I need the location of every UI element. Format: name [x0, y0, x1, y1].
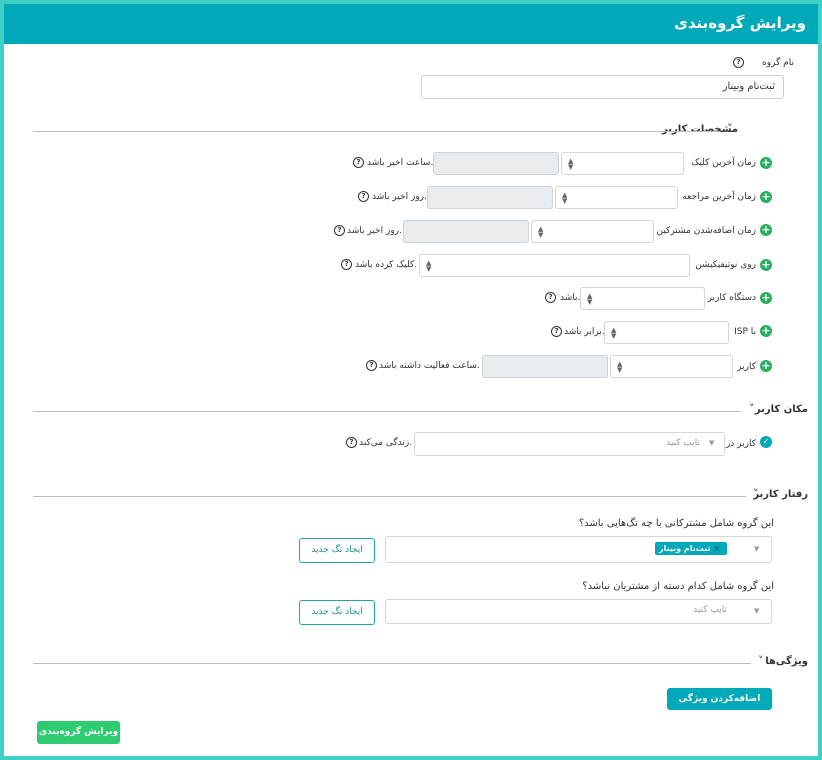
activity-label: کاربر — [737, 362, 756, 372]
location-chevron-icon[interactable]: ˅ — [749, 402, 755, 415]
features-divider — [33, 663, 751, 664]
tag-chip: ثبت‌نام وبینار × — [654, 542, 727, 555]
location-label: کاربر در — [725, 439, 756, 449]
notification-click-help-icon[interactable]: ? — [341, 259, 352, 270]
activity-hours-input[interactable] — [482, 355, 608, 378]
location-select[interactable]: تایپ کنید ▼ — [414, 432, 725, 456]
notification-select[interactable]: ▲ ▼ — [419, 254, 690, 277]
exclude-dropdown-icon: ▼ — [754, 607, 760, 615]
last-visit-help-icon[interactable]: ? — [358, 191, 369, 202]
submit-edit-group-button[interactable]: ویرایش گروه‌بندی — [37, 721, 120, 744]
page-title: ویرایش گروه‌بندی — [674, 14, 806, 32]
location-check-icon[interactable]: ✓ — [760, 436, 772, 448]
last-click-help-icon[interactable]: ? — [353, 157, 364, 168]
subscribed-time-operator-select[interactable]: ▲ ▼ — [531, 220, 654, 243]
last-visit-label: زمان آخرین مراجعه — [682, 192, 756, 202]
exclude-tags-question: این گروه شامل کدام دسته از مشتریان نباشد… — [582, 581, 774, 592]
features-title: ویژگی‌ها — [765, 656, 808, 667]
add-subscribed-time-icon[interactable]: + — [760, 224, 772, 236]
isp-label: ISP با — [734, 327, 756, 337]
add-last-click-icon[interactable]: + — [760, 157, 772, 169]
subscribed-time-days-input[interactable] — [403, 220, 529, 243]
select-arrows-icon: ▲ ▼ — [562, 190, 568, 205]
group-name-label: نام گروه — [762, 58, 794, 68]
subscribed-time-label: زمان اضافه‌شدن مشترکین — [656, 226, 756, 236]
subscribed-time-suffix: روز اخیر باشد. — [347, 226, 402, 236]
device-select[interactable]: ▲ ▼ — [580, 287, 705, 310]
device-label: دستگاه کاربر — [707, 293, 756, 303]
add-isp-icon[interactable]: + — [760, 325, 772, 337]
activity-help-icon[interactable]: ? — [366, 360, 377, 371]
select-arrows-icon: ▲ ▼ — [587, 291, 593, 306]
select-arrows-icon: ▲ ▼ — [568, 156, 574, 171]
last-click-hours-input[interactable] — [433, 152, 559, 175]
user-specs-chevron-icon[interactable]: ˅ — [727, 122, 733, 135]
select-arrows-icon: ▲ ▼ — [426, 258, 432, 273]
last-visit-operator-select[interactable]: ▲ ▼ — [555, 186, 678, 209]
last-visit-days-input[interactable] — [427, 186, 553, 209]
isp-select[interactable]: ▲ ▼ — [604, 321, 729, 344]
last-click-operator-select[interactable]: ▲ ▼ — [561, 152, 684, 175]
add-feature-button[interactable]: اضافه‌کردن ویژگی جدید — [667, 688, 772, 726]
last-click-suffix: ساعت اخیر باشد. — [367, 158, 434, 168]
header-bar: ویرایش گروه‌بندی — [4, 4, 818, 44]
add-activity-icon[interactable]: + — [760, 360, 772, 372]
add-last-visit-icon[interactable]: + — [760, 191, 772, 203]
exclude-placeholder: تایپ کنید — [693, 605, 727, 615]
device-help-icon[interactable]: ? — [545, 292, 556, 303]
location-suffix: زندگی می‌کند. — [359, 438, 413, 448]
behavior-chevron-icon[interactable]: ˅ — [753, 487, 759, 500]
location-help-icon[interactable]: ? — [346, 437, 357, 448]
window-frame — [0, 0, 822, 760]
activity-operator-select[interactable]: ▲ ▼ — [610, 355, 733, 378]
notification-click-label: روی نوتیفیکیشن — [695, 260, 756, 270]
last-visit-suffix: روز اخیر باشد. — [372, 192, 427, 202]
include-tags-select[interactable]: ثبت‌نام وبینار × ▼ — [385, 536, 772, 563]
location-dropdown-icon: ▼ — [709, 439, 715, 447]
location-placeholder: تایپ کنید — [666, 438, 700, 448]
behavior-title: رفتار کاربر — [753, 489, 808, 500]
isp-suffix: برابر باشد. — [564, 327, 605, 337]
create-tag-button-exclude[interactable]: ایجاد تگ جدید — [299, 600, 375, 625]
behavior-divider — [33, 496, 746, 497]
device-suffix: باشد. — [560, 293, 581, 303]
isp-help-icon[interactable]: ? — [551, 326, 562, 337]
location-title: مکان کاربر — [754, 404, 808, 415]
create-tag-button-include[interactable]: ایجاد تگ جدید — [299, 538, 375, 563]
subscribed-time-help-icon[interactable]: ? — [334, 225, 345, 236]
group-name-input[interactable]: ثبت‌نام وبینار — [421, 75, 784, 99]
select-arrows-icon: ▲ ▼ — [538, 224, 544, 239]
group-name-help-icon[interactable]: ? — [733, 57, 744, 68]
last-click-label: زمان آخرین کلیک — [691, 158, 756, 168]
exclude-tags-select[interactable]: تایپ کنید ▼ — [385, 599, 772, 624]
features-chevron-icon[interactable]: ˅ — [758, 654, 764, 667]
user-specs-divider — [33, 131, 720, 132]
add-device-icon[interactable]: + — [760, 292, 772, 304]
include-dropdown-icon: ▼ — [754, 545, 760, 553]
select-arrows-icon: ▲ ▼ — [617, 359, 623, 374]
select-arrows-icon: ▲ ▼ — [611, 325, 617, 340]
location-divider — [33, 411, 741, 412]
activity-suffix: ساعت فعالیت داشته باشد. — [379, 361, 480, 371]
include-tags-question: این گروه شامل مشترکانی با چه تگ‌هایی باش… — [578, 518, 774, 529]
tag-remove-icon[interactable]: × — [713, 544, 720, 553]
notification-click-suffix: کلیک کرده باشد. — [355, 260, 418, 270]
add-notification-click-icon[interactable]: + — [760, 259, 772, 271]
